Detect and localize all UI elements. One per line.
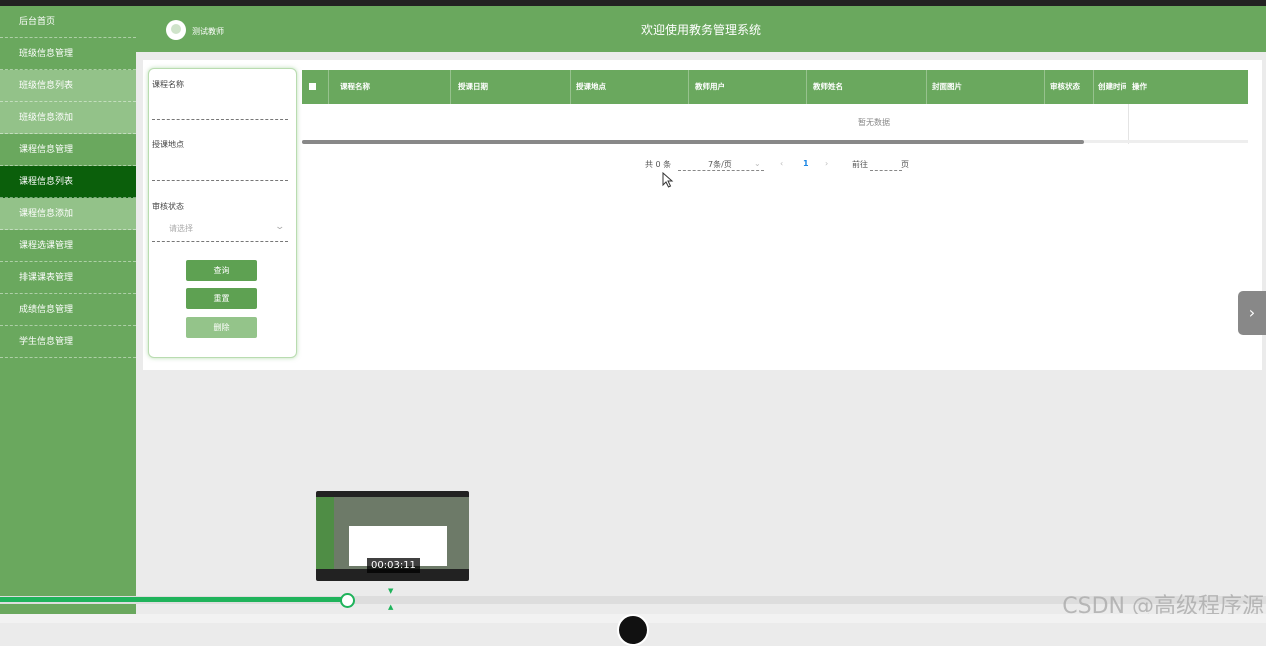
main-header: 测试教师 欢迎使用教务管理系统: [136, 6, 1266, 52]
video-progress-fill: [0, 597, 347, 602]
column-created-time[interactable]: 创建时间: [1098, 81, 1126, 92]
next-page-icon[interactable]: ›: [825, 159, 828, 168]
marker-down-icon: ▼: [388, 587, 394, 595]
fixed-column-divider: [1128, 104, 1129, 144]
sidebar-item-course-selection[interactable]: 课程选课管理: [0, 230, 136, 262]
video-timestamp: 00:03:11: [367, 558, 420, 573]
course-name-input[interactable]: [152, 119, 288, 120]
course-name-label: 课程名称: [152, 80, 184, 89]
sidebar: 后台首页 班级信息管理 班级信息列表 班级信息添加 课程信息管理 课程信息列表 …: [0, 6, 136, 623]
sidebar-item-home[interactable]: 后台首页: [0, 6, 136, 38]
delete-button[interactable]: 删除: [186, 317, 257, 338]
status-select-underline: [152, 241, 288, 242]
column-date[interactable]: 授课日期: [458, 81, 488, 92]
column-divider: [806, 70, 807, 104]
column-cover-image[interactable]: 封面图片: [932, 81, 962, 92]
column-course-name[interactable]: 课程名称: [340, 81, 370, 92]
column-location[interactable]: 授课地点: [576, 81, 606, 92]
video-progress-handle[interactable]: [340, 593, 355, 608]
empty-table-text: 暂无数据: [858, 118, 890, 127]
marker-up-icon: ▲: [388, 603, 394, 611]
location-input[interactable]: [152, 180, 288, 181]
goto-label: 前往: [852, 160, 868, 169]
reset-button[interactable]: 重置: [186, 288, 257, 309]
pagination-total: 共 0 条: [645, 160, 672, 169]
play-button[interactable]: [617, 614, 649, 646]
sidebar-item-students[interactable]: 学生信息管理: [0, 326, 136, 358]
table-scrollbar-thumb[interactable]: [302, 140, 1084, 144]
column-divider: [450, 70, 451, 104]
column-divider: [688, 70, 689, 104]
prev-page-icon[interactable]: ‹: [780, 159, 783, 168]
query-button[interactable]: 查询: [186, 260, 257, 281]
column-teacher-user[interactable]: 教师用户: [695, 81, 725, 92]
content-area: [143, 60, 1262, 370]
goto-page-input[interactable]: [870, 170, 902, 171]
sidebar-item-course-add[interactable]: 课程信息添加: [0, 198, 136, 230]
filter-panel: 课程名称 授课地点 审核状态 请选择 ⌄ 查询 重置 删除: [148, 68, 297, 358]
page-size-select[interactable]: 7条/页: [708, 159, 732, 170]
sidebar-item-course-list[interactable]: 课程信息列表: [0, 166, 136, 198]
chevron-down-icon[interactable]: ⌄: [754, 159, 761, 168]
current-page[interactable]: 1: [803, 159, 809, 168]
select-all-checkbox[interactable]: [309, 83, 316, 90]
chevron-down-icon[interactable]: ⌄: [275, 222, 286, 232]
column-divider: [328, 70, 329, 104]
sidebar-item-class-list[interactable]: 班级信息列表: [0, 70, 136, 102]
column-teacher-name[interactable]: 教师姓名: [813, 81, 843, 92]
sidebar-item-course-management[interactable]: 课程信息管理: [0, 134, 136, 166]
column-divider: [926, 70, 927, 104]
sidebar-item-class-add[interactable]: 班级信息添加: [0, 102, 136, 134]
sidebar-item-grades[interactable]: 成绩信息管理: [0, 294, 136, 326]
page-size-underline: [678, 170, 764, 171]
column-divider: [570, 70, 571, 104]
column-divider: [1093, 70, 1094, 104]
column-divider: [1044, 70, 1045, 104]
status-select[interactable]: 请选择: [169, 223, 193, 234]
column-status[interactable]: 审核状态: [1050, 81, 1080, 92]
video-preview-thumbnail: 00:03:11: [316, 491, 469, 581]
mouse-cursor-icon: [662, 172, 674, 188]
table-header: 课程名称 授课日期 授课地点 教师用户 教师姓名 封面图片 审核状态 创建时间 …: [302, 70, 1248, 104]
sidebar-item-schedule[interactable]: 排课课表管理: [0, 262, 136, 294]
sidebar-item-class-management[interactable]: 班级信息管理: [0, 38, 136, 70]
preview-sidebar: [316, 497, 334, 569]
column-actions[interactable]: 操作: [1132, 81, 1147, 92]
page-unit-label: 页: [901, 160, 909, 169]
page-title: 欢迎使用教务管理系统: [640, 23, 761, 37]
expand-panel-button[interactable]: ›: [1238, 291, 1266, 335]
status-label: 审核状态: [152, 202, 184, 211]
location-label: 授课地点: [152, 140, 184, 149]
